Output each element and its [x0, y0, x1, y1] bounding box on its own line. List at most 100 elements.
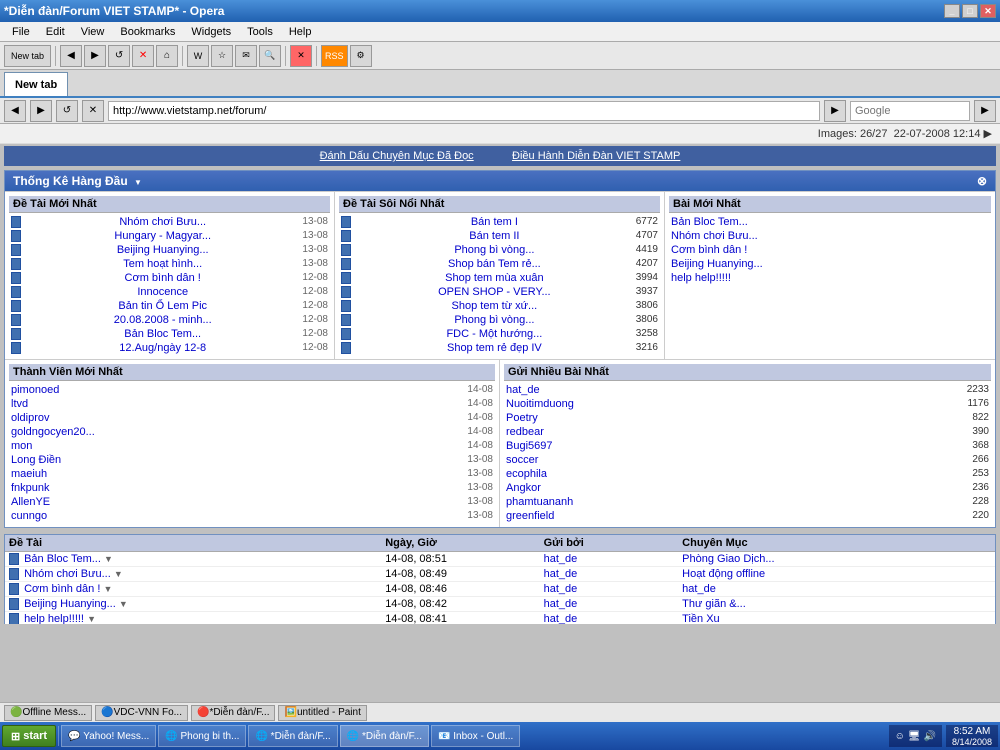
- stop-button[interactable]: ✕: [132, 45, 154, 67]
- topic-link[interactable]: FDC - Một hướng...: [446, 328, 542, 340]
- topic-link[interactable]: 20.08.2008 - minh...: [114, 314, 212, 326]
- poster-link[interactable]: hat_de: [544, 553, 578, 565]
- tb-btn-3[interactable]: ✉: [235, 45, 257, 67]
- member-link[interactable]: Long Điền: [11, 454, 61, 466]
- post-link[interactable]: Bản Bloc Tem...: [24, 553, 101, 565]
- menu-view[interactable]: View: [73, 24, 113, 40]
- taskbar-item-1[interactable]: 🌐 Phong bi th...: [158, 725, 246, 747]
- taskbar2-item-1[interactable]: 🔵 VDC-VNN Fo...: [95, 705, 188, 721]
- topic-link[interactable]: Hungary - Magyar...: [114, 230, 211, 242]
- member-link[interactable]: cunngo: [11, 510, 47, 522]
- start-button[interactable]: ⊞ start: [2, 725, 56, 747]
- member-link[interactable]: pimonoed: [11, 384, 59, 396]
- category-link[interactable]: Thư giãn &...: [682, 598, 746, 610]
- post-link[interactable]: help help!!!!!: [24, 613, 84, 624]
- poster-link[interactable]: ecophila: [506, 468, 547, 480]
- poster-link[interactable]: redbear: [506, 426, 544, 438]
- tab-new-tab[interactable]: New tab: [4, 72, 68, 96]
- taskbar-item-2[interactable]: 🌐 *Diễn đàn/F...: [248, 725, 337, 747]
- addr-go-btn[interactable]: ▶: [824, 100, 846, 122]
- tb-btn-5[interactable]: ✕: [290, 45, 312, 67]
- url-input[interactable]: [108, 101, 820, 121]
- post-link[interactable]: Beijing Huanying...: [24, 598, 116, 610]
- taskbar2-item-0[interactable]: 🟢 Offline Mess...: [4, 705, 92, 721]
- taskbar-item-4[interactable]: 📧 Inbox - Outl...: [431, 725, 520, 747]
- poster-link[interactable]: Nuoitimduong: [506, 398, 574, 410]
- taskbar2-item-3[interactable]: 🖼️ untitled - Paint: [278, 705, 366, 721]
- post-link[interactable]: Cơm bình dân !: [671, 244, 989, 256]
- member-link[interactable]: AllenYE: [11, 496, 50, 508]
- member-link[interactable]: maeiuh: [11, 468, 47, 480]
- poster-link[interactable]: Poetry: [506, 412, 538, 424]
- forward-button[interactable]: ▶: [84, 45, 106, 67]
- poster-link[interactable]: soccer: [506, 454, 538, 466]
- topic-link[interactable]: Bán tem I: [471, 216, 518, 228]
- poster-link[interactable]: Angkor: [506, 482, 541, 494]
- post-link[interactable]: Cơm bình dân !: [24, 583, 100, 595]
- tb-btn-2[interactable]: ☆: [211, 45, 233, 67]
- menu-edit[interactable]: Edit: [38, 24, 73, 40]
- post-link[interactable]: Nhóm chơi Bưu...: [671, 230, 989, 242]
- taskbar-item-3[interactable]: 🌐 *Diễn đàn/F...: [340, 725, 429, 747]
- topic-link[interactable]: Bán tem II: [469, 230, 519, 242]
- topic-link[interactable]: Cơm bình dân !: [125, 272, 201, 284]
- page-content[interactable]: Đánh Dấu Chuyên Mục Đã Đọc Điều Hành Diễ…: [0, 144, 1000, 624]
- topic-link[interactable]: Nhóm chơi Bưu...: [119, 216, 206, 228]
- topic-link[interactable]: Shop bán Tem rẻ...: [448, 258, 541, 270]
- back-button[interactable]: ◀: [60, 45, 82, 67]
- topic-link[interactable]: 12.Aug/ngày 12-8: [119, 342, 206, 354]
- topic-link[interactable]: Bản Bloc Tem...: [124, 328, 201, 340]
- addr-fwd-btn[interactable]: ▶: [30, 100, 52, 122]
- menu-widgets[interactable]: Widgets: [183, 24, 239, 40]
- poster-link[interactable]: hat_de: [506, 384, 540, 396]
- category-link[interactable]: hat_de: [682, 583, 716, 595]
- topic-link[interactable]: Bản tin Ổ Lem Pic: [118, 300, 207, 312]
- tb-btn-feed[interactable]: RSS: [321, 45, 348, 67]
- search-go-btn[interactable]: ▶: [974, 100, 996, 122]
- taskbar2-item-2[interactable]: 🔴 *Diễn đàn/F...: [191, 705, 276, 721]
- tb-btn-6[interactable]: ⚙: [350, 45, 372, 67]
- topic-link[interactable]: Innocence: [137, 286, 188, 298]
- post-link[interactable]: Nhóm chơi Bưu...: [24, 568, 111, 580]
- post-link[interactable]: Beijing Huanying...: [671, 258, 989, 270]
- category-link[interactable]: Tiền Xu: [682, 613, 720, 624]
- topic-link[interactable]: Shop tem mùa xuân: [445, 272, 543, 284]
- topic-link[interactable]: Phong bì vòng...: [454, 244, 534, 256]
- menu-tools[interactable]: Tools: [239, 24, 281, 40]
- topic-link[interactable]: Beijing Huanying...: [117, 244, 209, 256]
- restore-button[interactable]: □: [962, 4, 978, 18]
- menu-help[interactable]: Help: [281, 24, 320, 40]
- poster-link[interactable]: hat_de: [544, 583, 578, 595]
- member-link[interactable]: mon: [11, 440, 32, 452]
- mark-read-link[interactable]: Đánh Dấu Chuyên Mục Đã Đọc: [320, 150, 474, 162]
- member-link[interactable]: fnkpunk: [11, 482, 50, 494]
- member-link[interactable]: goldngocyen20...: [11, 426, 95, 438]
- close-button[interactable]: ✕: [980, 4, 996, 18]
- topic-link[interactable]: OPEN SHOP - VERY...: [438, 286, 551, 298]
- category-link[interactable]: Hoạt động offline: [682, 568, 765, 580]
- poster-link[interactable]: greenfield: [506, 510, 554, 522]
- post-link[interactable]: help help!!!!!: [671, 272, 989, 284]
- addr-stop-btn[interactable]: ✕: [82, 100, 104, 122]
- topic-link[interactable]: Shop tem rẻ đẹp IV: [447, 342, 542, 354]
- tb-btn-1[interactable]: W: [187, 45, 209, 67]
- member-link[interactable]: oldiprov: [11, 412, 50, 424]
- poster-link[interactable]: Bugi5697: [506, 440, 553, 452]
- poster-link[interactable]: hat_de: [544, 568, 578, 580]
- tb-btn-4[interactable]: 🔍: [259, 45, 281, 67]
- menu-bookmarks[interactable]: Bookmarks: [112, 24, 183, 40]
- window-controls[interactable]: _ □ ✕: [944, 4, 996, 18]
- search-input[interactable]: [850, 101, 970, 121]
- menu-file[interactable]: File: [4, 24, 38, 40]
- reload-button[interactable]: ↺: [108, 45, 130, 67]
- poster-link[interactable]: hat_de: [544, 613, 578, 624]
- poster-link[interactable]: phamtuananh: [506, 496, 573, 508]
- minimize-button[interactable]: _: [944, 4, 960, 18]
- poster-link[interactable]: hat_de: [544, 598, 578, 610]
- member-link[interactable]: ltvd: [11, 398, 28, 410]
- topic-link[interactable]: Phong bì vòng...: [454, 314, 534, 326]
- category-link[interactable]: Phòng Giao Dịch...: [682, 553, 774, 565]
- topic-link[interactable]: Tem hoạt hình...: [123, 258, 202, 270]
- manage-link[interactable]: Điều Hành Diễn Đàn VIET STAMP: [512, 150, 680, 162]
- post-link[interactable]: Bản Bloc Tem...: [671, 216, 989, 228]
